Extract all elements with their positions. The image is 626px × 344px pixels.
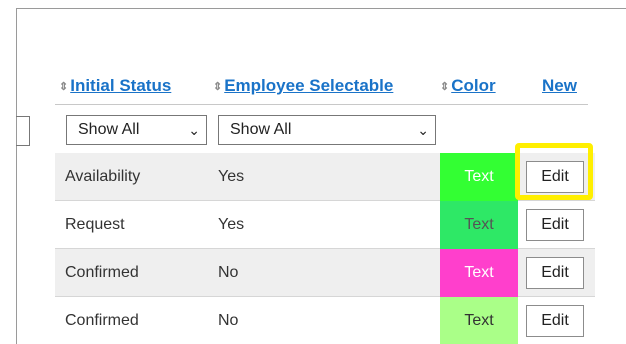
initial-status-cell: Confirmed (65, 312, 139, 329)
initial-status-cell: Availability (65, 168, 141, 185)
employee-selectable-cell: No (218, 312, 239, 329)
table-row: Request Yes Text Edit (55, 201, 595, 249)
table-row: Confirmed No Text Edit (55, 297, 595, 344)
chevron-down-icon: ⌄ (188, 122, 200, 138)
initial-status-cell: Request (65, 216, 125, 233)
table-row: Availability Yes Text Edit (55, 153, 595, 201)
column-header-initial-status[interactable]: ⇕ Initial Status (59, 76, 171, 96)
filter-select-partial[interactable] (16, 116, 30, 146)
column-header-color[interactable]: ⇕ Color (440, 76, 496, 96)
column-header-new: New (542, 76, 577, 96)
employee-selectable-cell: Yes (218, 216, 245, 233)
new-link[interactable]: New (542, 76, 577, 95)
edit-button[interactable]: Edit (526, 209, 584, 241)
employee-selectable-filter-select[interactable]: Show All ⌄ (218, 115, 436, 145)
initial-status-filter-value: Show All (78, 121, 140, 138)
chevron-down-icon: ⌄ (417, 122, 429, 138)
color-swatch: Text (440, 201, 518, 249)
edit-button-highlight (515, 143, 593, 200)
sort-updown-icon: ⇕ (59, 81, 69, 93)
employee-selectable-sort-link[interactable]: Employee Selectable (224, 76, 393, 95)
color-swatch: Text (440, 153, 518, 201)
color-swatch: Text (440, 249, 518, 297)
employee-selectable-cell: Yes (218, 168, 245, 185)
edit-button[interactable]: Edit (526, 257, 584, 289)
sort-updown-icon: ⇕ (440, 81, 450, 93)
sort-updown-icon: ⇕ (213, 81, 223, 93)
employee-selectable-cell: No (218, 264, 239, 281)
initial-status-filter-select[interactable]: Show All ⌄ (66, 115, 207, 145)
employee-selectable-filter-value: Show All (230, 121, 292, 138)
initial-status-sort-link[interactable]: Initial Status (70, 76, 171, 95)
initial-status-cell: Confirmed (65, 264, 139, 281)
header-divider (55, 104, 588, 105)
color-swatch: Text (440, 297, 518, 344)
table-row: Confirmed No Text Edit (55, 249, 595, 297)
column-header-employee-selectable[interactable]: ⇕ Employee Selectable (213, 76, 393, 96)
color-sort-link[interactable]: Color (451, 76, 495, 95)
edit-button[interactable]: Edit (526, 305, 584, 337)
